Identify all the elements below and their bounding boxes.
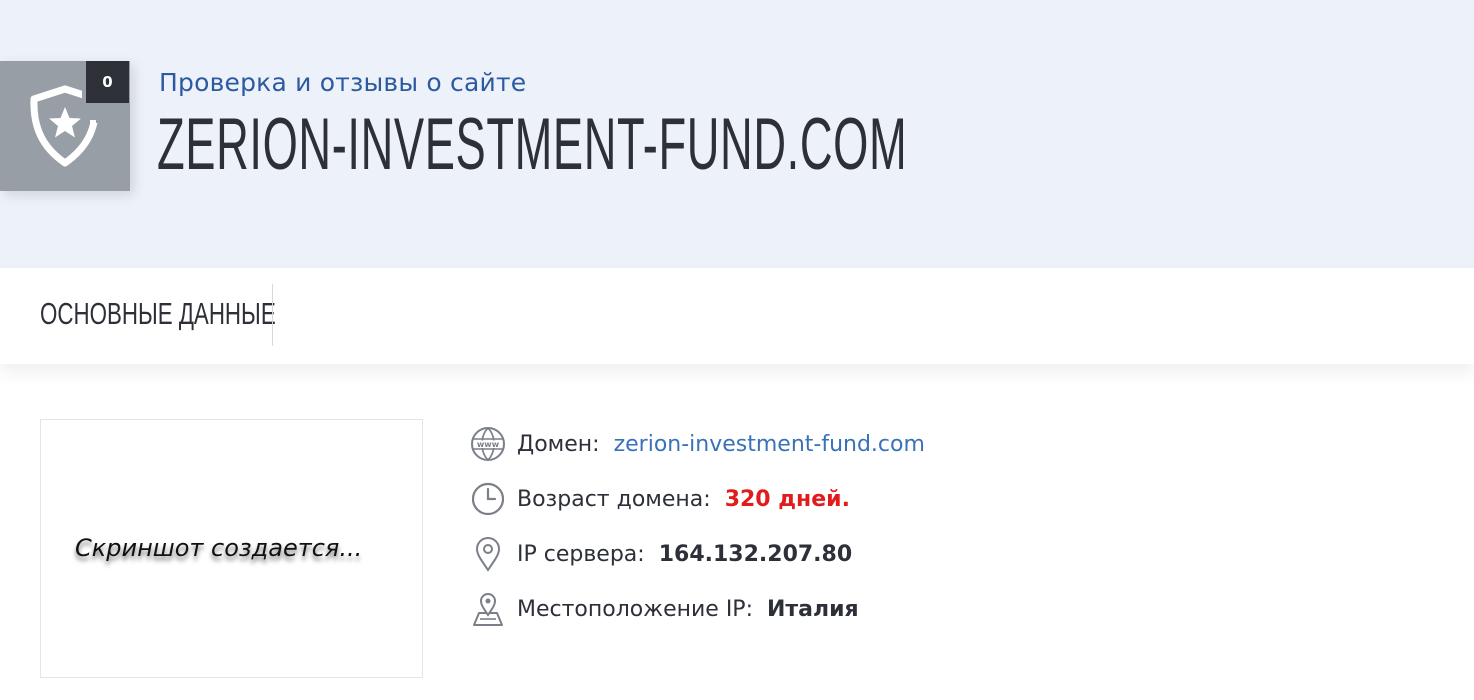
page-title: ZERION-INVESTMENT-FUND.COM bbox=[157, 104, 908, 185]
age-label: Возраст домена: bbox=[517, 486, 711, 512]
page-subtitle: Проверка и отзывы о сайте bbox=[159, 68, 527, 97]
info-row-location: Местоположение IP: Италия bbox=[470, 591, 859, 627]
tab-bar: ОСНОВНЫЕ ДАННЫЕ bbox=[0, 268, 1474, 364]
location-pin-icon bbox=[475, 537, 501, 572]
domain-link[interactable]: zerion-investment-fund.com bbox=[614, 432, 925, 457]
info-row-domain: www Домен: zerion-investment-fund.com bbox=[470, 426, 925, 462]
site-screenshot: Скриншот создается... bbox=[40, 419, 423, 678]
tab-main-data[interactable]: ОСНОВНЫЕ ДАННЫЕ bbox=[40, 296, 276, 332]
location-value: Италия bbox=[766, 596, 859, 622]
map-pin-icon bbox=[473, 593, 503, 626]
page-header: 0 Проверка и отзывы о сайте ZERION-INVES… bbox=[0, 0, 1474, 268]
www-globe-icon: www bbox=[471, 427, 505, 462]
clock-icon bbox=[471, 482, 505, 516]
info-row-age: Возраст домена: 320 дней. bbox=[470, 481, 850, 517]
ip-value: 164.132.207.80 bbox=[658, 541, 853, 567]
ip-label: IP сервера: bbox=[517, 541, 645, 567]
location-label: Местоположение IP: bbox=[517, 596, 753, 622]
screenshot-placeholder: Скриншот создается... bbox=[75, 534, 363, 562]
svg-text:www: www bbox=[477, 440, 500, 449]
review-counter: 0 bbox=[86, 61, 129, 103]
age-value: 320 дней. bbox=[724, 486, 850, 512]
info-row-ip: IP сервера: 164.132.207.80 bbox=[470, 536, 852, 572]
tab-divider bbox=[272, 284, 273, 346]
domain-label: Домен: bbox=[517, 431, 600, 457]
